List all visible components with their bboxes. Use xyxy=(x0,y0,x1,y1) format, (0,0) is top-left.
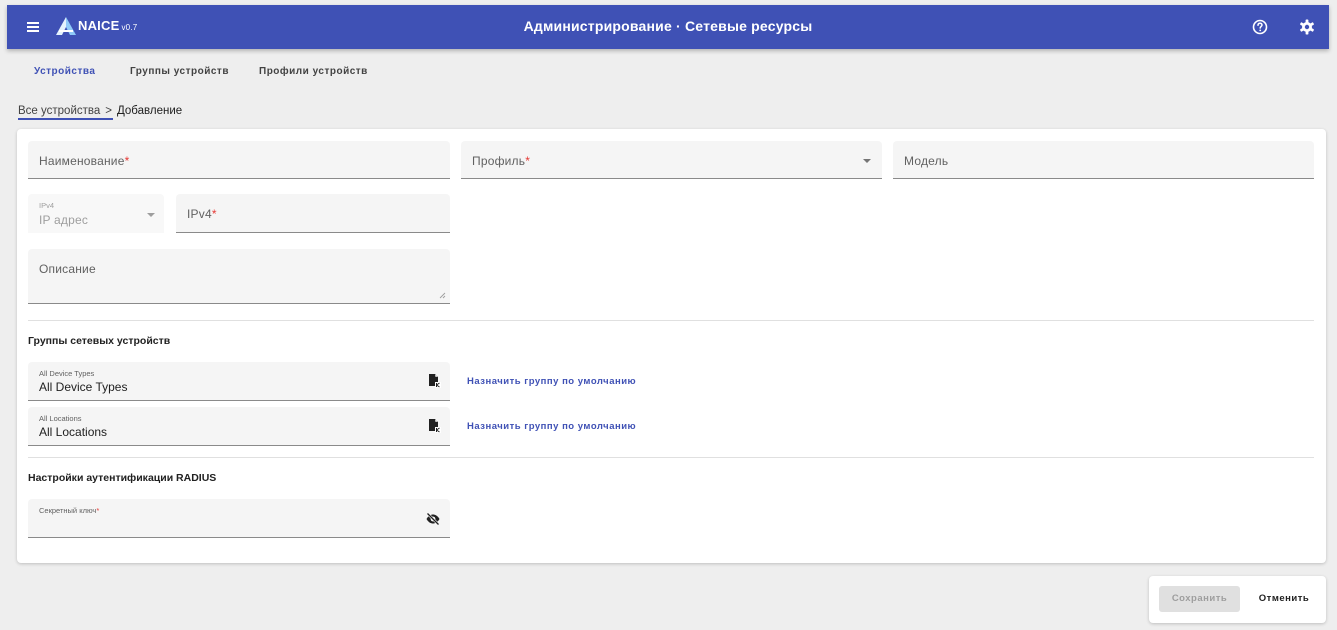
device-types-value: All Device Types xyxy=(39,380,128,394)
chevron-down-icon xyxy=(863,159,871,163)
ip-type-select: IPv4 IP адрес xyxy=(28,194,164,233)
gear-icon[interactable] xyxy=(1298,18,1316,36)
section-divider xyxy=(28,320,1314,321)
help-circle-icon[interactable] xyxy=(1251,18,1269,36)
resize-handle-icon[interactable] xyxy=(438,291,446,299)
breadcrumb-current: Добавление xyxy=(116,105,183,117)
name-field[interactable]: Наименование* xyxy=(28,141,450,179)
form-actions: Сохранить Отменить xyxy=(1149,576,1326,623)
groups-section-title: Группы сетевых устройств xyxy=(28,335,171,347)
breadcrumb: Все устройства > Добавление xyxy=(18,105,182,117)
file-assign-icon[interactable] xyxy=(426,373,442,389)
cancel-button[interactable]: Отменить xyxy=(1249,586,1319,612)
name-field-label: Наименование* xyxy=(39,154,130,168)
top-app-bar: NAICE v0.7 Администрирование · Сетевые ре… xyxy=(7,5,1329,49)
eye-off-icon[interactable] xyxy=(425,511,441,527)
radius-section-title: Настройки аутентификации RADIUS xyxy=(28,472,217,484)
breadcrumb-separator: > xyxy=(105,105,112,117)
secret-key-label: Секретный ключ* xyxy=(39,506,100,515)
breadcrumb-all-devices[interactable]: Все устройства xyxy=(18,105,100,117)
locations-group-field[interactable]: All Locations All Locations xyxy=(28,407,450,446)
secret-key-field[interactable]: Секретный ключ* xyxy=(28,499,450,538)
chevron-down-icon xyxy=(147,213,155,217)
description-textarea[interactable]: Описание xyxy=(28,249,450,304)
profile-select-label: Профиль* xyxy=(472,154,531,168)
locations-small-label: All Locations xyxy=(39,414,82,423)
device-types-group-field[interactable]: All Device Types All Device Types xyxy=(28,362,450,401)
ipv4-field[interactable]: IPv4* xyxy=(176,194,450,233)
model-field[interactable]: Модель xyxy=(893,141,1314,179)
description-label: Описание xyxy=(39,262,96,276)
assign-default-device-types-button[interactable]: Назначить группу по умолчанию xyxy=(467,376,636,387)
tab-device-profiles[interactable]: Профили устройств xyxy=(259,66,368,120)
locations-value: All Locations xyxy=(39,425,108,439)
profile-select[interactable]: Профиль* xyxy=(461,141,882,179)
ip-type-placeholder: IP адрес xyxy=(39,213,89,227)
file-assign-icon[interactable] xyxy=(426,418,442,434)
section-divider xyxy=(28,457,1314,458)
active-tab-indicator xyxy=(18,118,113,120)
model-field-label: Модель xyxy=(904,154,949,168)
assign-default-locations-button[interactable]: Назначить группу по умолчанию xyxy=(467,421,636,432)
page-title: Администрирование · Сетевые ресурсы xyxy=(523,18,813,34)
device-types-small-label: All Device Types xyxy=(39,369,95,378)
ip-type-small-label: IPv4 xyxy=(39,201,55,210)
device-form-card: Наименование* Профиль* Модель IPv4 IP ад… xyxy=(17,129,1326,563)
ipv4-field-label: IPv4* xyxy=(187,207,217,221)
save-button[interactable]: Сохранить xyxy=(1159,586,1240,612)
